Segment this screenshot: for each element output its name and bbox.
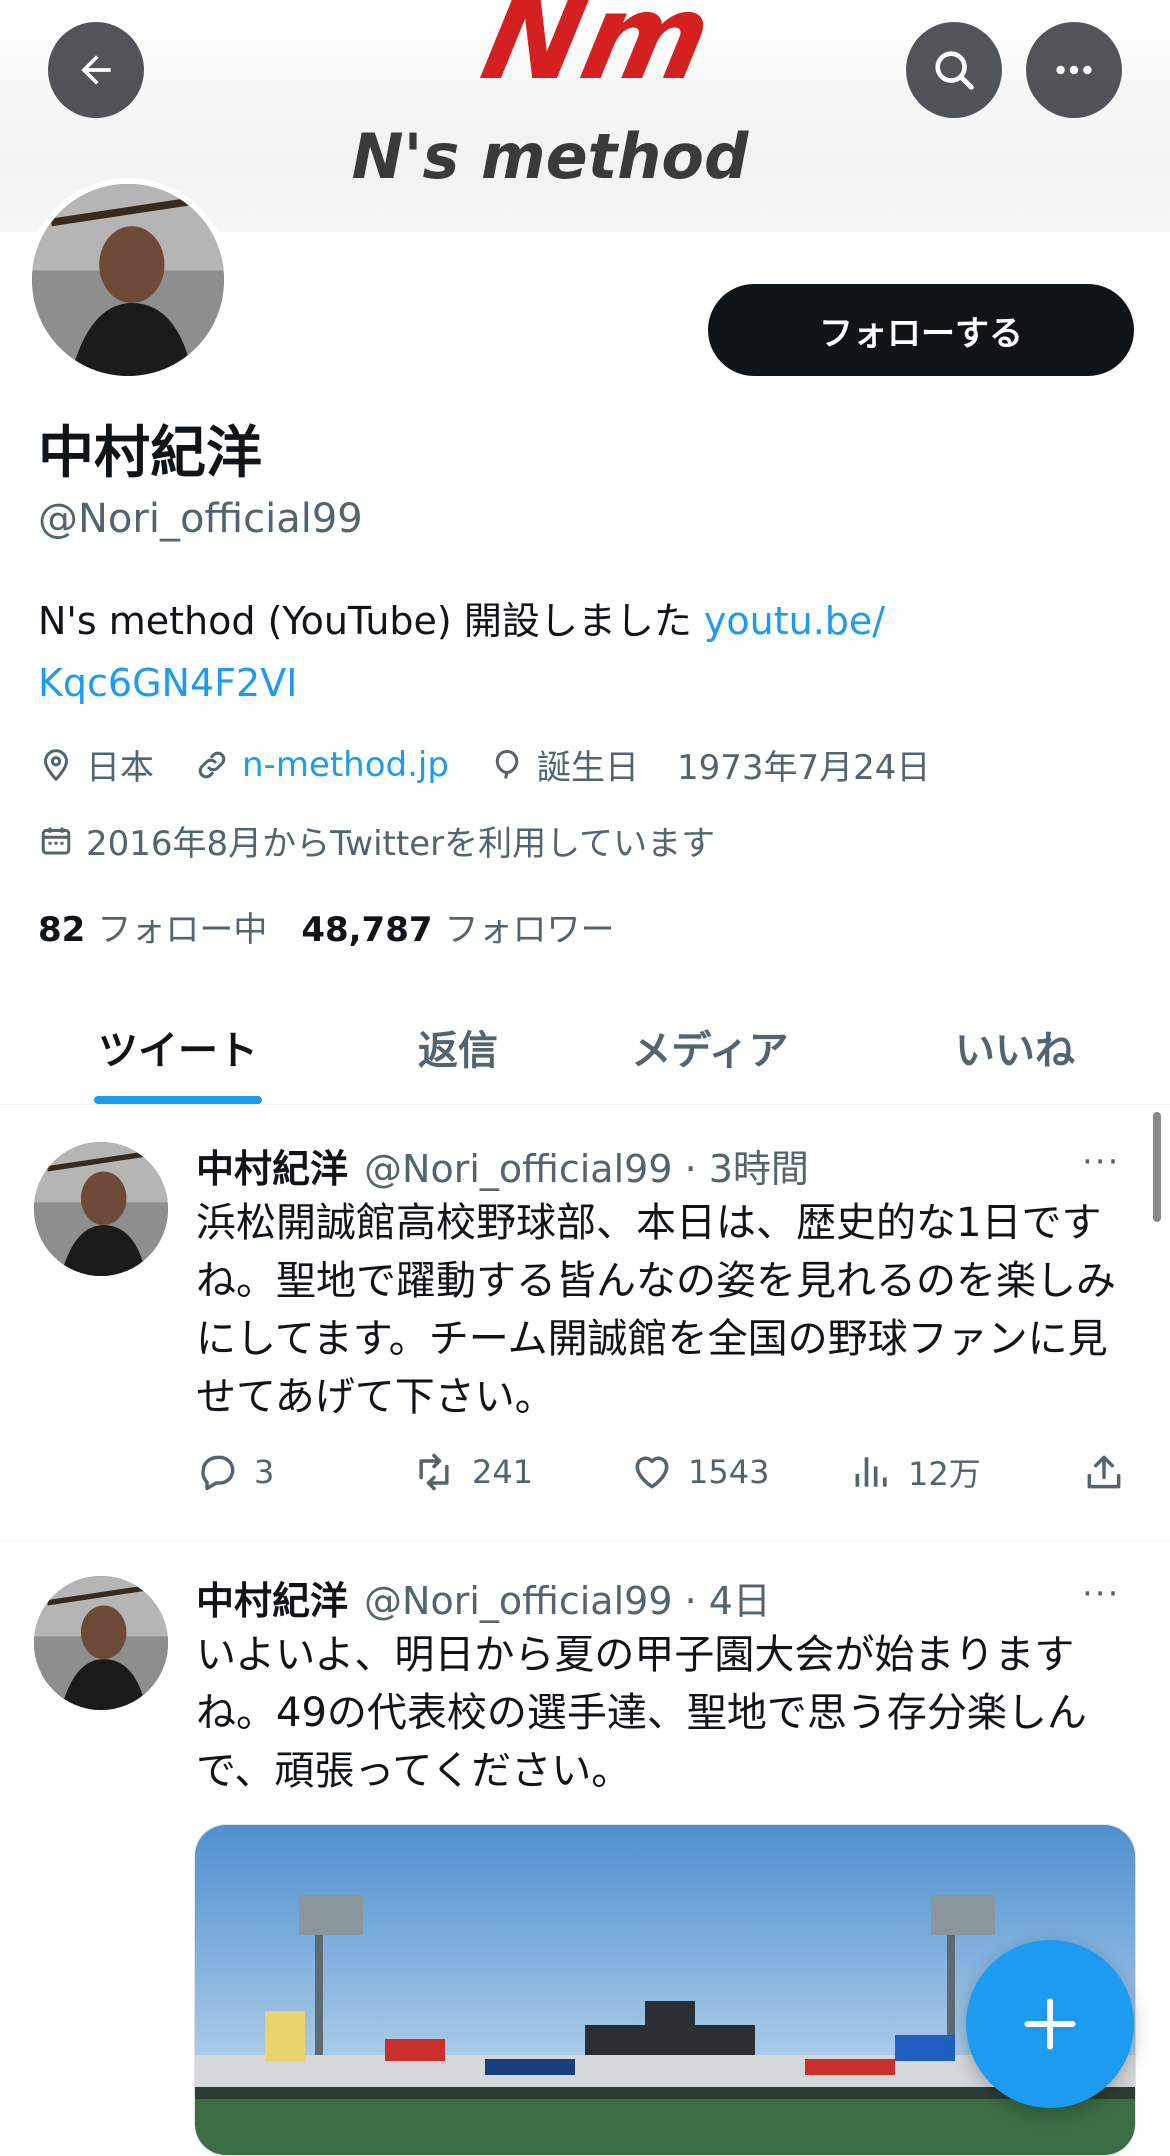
more-button[interactable] — [1026, 22, 1122, 118]
share-icon — [1087, 1455, 1121, 1489]
tweet-actions: 3 241 1543 12万 — [196, 1442, 1136, 1502]
tab-media[interactable]: メディア — [560, 990, 860, 1104]
following-count[interactable]: 82 — [38, 910, 85, 950]
calendar-icon — [41, 827, 71, 854]
bio-text: N's method (YouTube) 開設しました — [38, 599, 704, 643]
tweet-avatar[interactable] — [34, 1142, 168, 1276]
tweet-author-name[interactable]: 中村紀洋 — [196, 1147, 348, 1191]
followers-label[interactable]: フォロワー — [445, 902, 615, 951]
birthday-label: 誕生日 — [536, 748, 639, 788]
following-stat[interactable]: 82 フォロー中 — [38, 902, 267, 951]
compose-plus-icon — [1024, 1998, 1076, 2050]
like-count: 1543 — [688, 1453, 770, 1491]
website-item[interactable]: n-method.jp — [194, 745, 449, 785]
views-count: 12万 — [908, 1455, 981, 1493]
joined-text: 2016年8月からTwitterを利用しています — [86, 824, 716, 864]
location-text: 日本 — [86, 748, 154, 788]
banner-logo-sub: N's method — [352, 120, 749, 193]
more-horizontal-icon — [1056, 65, 1092, 75]
back-button[interactable] — [48, 22, 144, 118]
tab-tweets[interactable]: ツイート — [0, 990, 356, 1104]
profile-name: 中村紀洋 — [38, 421, 262, 486]
link-icon — [198, 751, 226, 778]
like-button[interactable]: 1543 — [630, 1442, 769, 1502]
tweet-more-icon[interactable]: ··· — [1082, 1574, 1120, 1614]
profile-handle: @Nori_official99 — [38, 496, 363, 542]
heart-icon — [635, 1456, 669, 1489]
tweet-text: いよいよ、明日から夏の甲子園大会が始まりますね。49の代表校の選手達、聖地で思う… — [196, 1632, 1087, 1794]
followers-stat[interactable]: 48,787 フォロワー — [301, 902, 614, 951]
arrow-left-icon — [81, 55, 111, 85]
views-button[interactable]: 12万 — [850, 1442, 981, 1502]
tweet[interactable]: 中村紀洋 @Nori_official99 · 3時間 ··· 浜松開誠館高校野球… — [0, 1104, 1170, 1541]
follow-stats: 82 フォロー中 48,787 フォロワー — [38, 902, 649, 951]
avatar-image — [34, 1576, 168, 1710]
tab-likes[interactable]: いいね — [860, 990, 1170, 1104]
followers-count[interactable]: 48,787 — [301, 910, 432, 950]
tweet-header: 中村紀洋 @Nori_official99 · 4日 — [196, 1570, 771, 1625]
joined-item: 2016年8月からTwitterを利用しています — [38, 816, 715, 865]
tweet-header: 中村紀洋 @Nori_official99 · 3時間 — [196, 1138, 809, 1193]
tab-replies[interactable]: 返信 — [356, 990, 560, 1104]
analytics-icon — [855, 1457, 887, 1487]
profile-avatar[interactable] — [26, 178, 230, 382]
tweet-handle-time[interactable]: @Nori_official99 · 3時間 — [364, 1147, 809, 1191]
location-item: 日本 — [38, 740, 154, 789]
bio-link-part2[interactable]: Kqc6GN4F2VI — [38, 661, 297, 705]
balloon-icon — [495, 749, 519, 779]
banner-logo-main: Nm — [471, 0, 722, 107]
tweet-avatar[interactable] — [34, 1576, 168, 1710]
birthday-date: 1973年7月24日 — [676, 748, 931, 788]
tweet-more-icon[interactable]: ··· — [1082, 1142, 1120, 1182]
reply-button[interactable]: 3 — [196, 1442, 274, 1502]
reply-count: 3 — [254, 1453, 275, 1491]
tweet-author-name[interactable]: 中村紀洋 — [196, 1579, 348, 1623]
share-button[interactable] — [1082, 1442, 1140, 1502]
website-link[interactable]: n-method.jp — [242, 745, 449, 785]
active-tab-indicator — [94, 1096, 262, 1104]
tweet-handle-time[interactable]: @Nori_official99 · 4日 — [364, 1579, 771, 1623]
bio-link-part1[interactable]: youtu.be/ — [704, 599, 885, 643]
tweet-text: 浜松開誠館高校野球部、本日は、歴史的な1日ですね。聖地で躍動する皆んなの姿を見れ… — [196, 1200, 1116, 1420]
joined-row: 2016年8月からTwitterを利用しています — [38, 816, 755, 865]
avatar-image — [32, 184, 224, 376]
retweet-button[interactable]: 241 — [410, 1442, 533, 1502]
search-button[interactable] — [906, 22, 1002, 118]
birthday-item: 誕生日 1973年7月24日 — [489, 740, 930, 789]
profile-tabs: ツイート 返信 メディア いいね — [0, 990, 1170, 1105]
following-label[interactable]: フォロー中 — [97, 902, 267, 951]
avatar-image — [34, 1142, 168, 1276]
profile-meta: 日本 n-method.jp 誕生日 1973年7月24日 — [38, 740, 970, 789]
compose-tweet-button[interactable] — [966, 1940, 1134, 2108]
scrollbar[interactable] — [1153, 1112, 1161, 1222]
reply-icon — [201, 1455, 235, 1491]
location-pin-icon — [43, 748, 69, 781]
profile-bio: N's method (YouTube) 開設しました youtu.be/Kqc… — [38, 590, 1128, 714]
retweet-count: 241 — [472, 1453, 534, 1491]
search-icon — [935, 51, 974, 90]
retweet-icon — [419, 1453, 449, 1491]
follow-button[interactable]: フォローする — [708, 284, 1134, 376]
